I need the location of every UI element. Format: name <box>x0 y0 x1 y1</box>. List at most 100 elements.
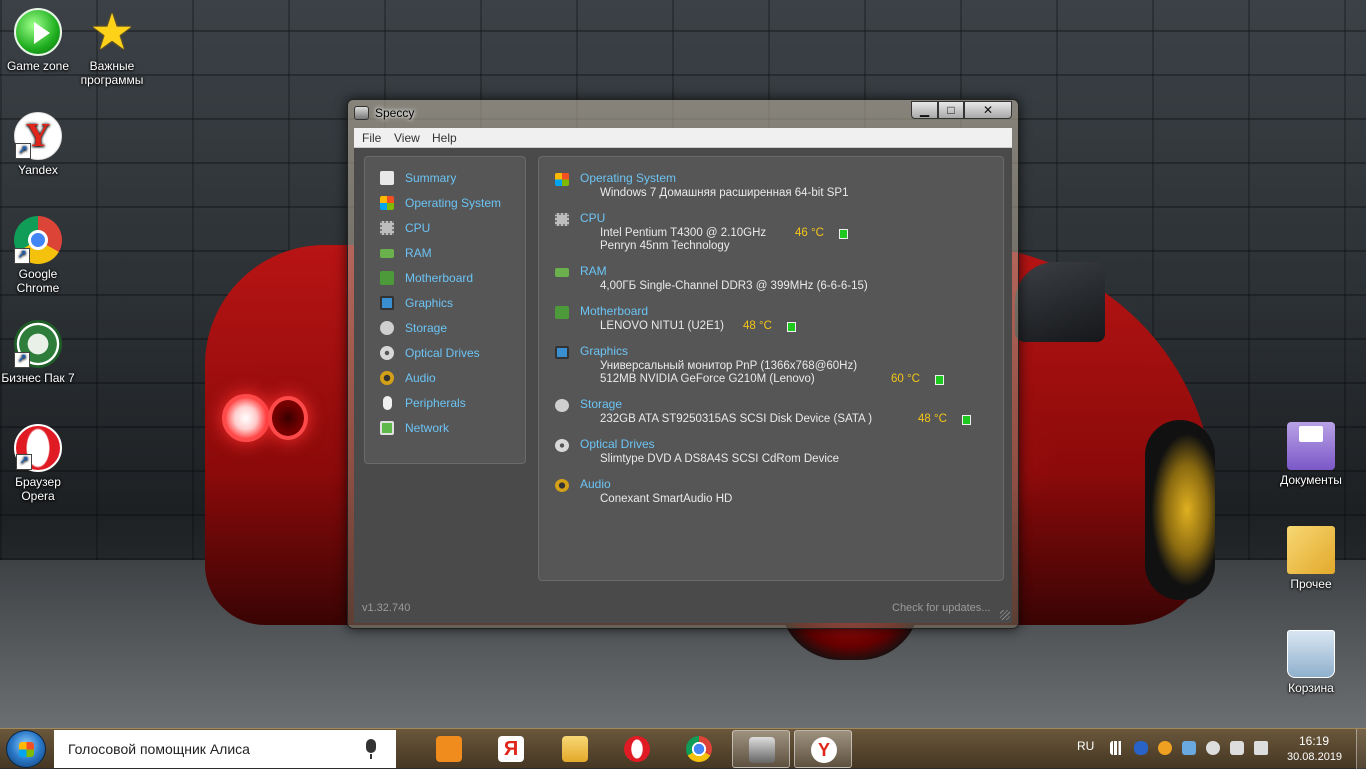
sidebar-item-optical-drives[interactable]: Optical Drives <box>380 345 520 363</box>
play-icon <box>14 8 62 56</box>
yandex-browser-icon: Я <box>498 736 524 762</box>
cpu-temperature: 46 °C <box>795 227 824 239</box>
start-button[interactable] <box>6 730 46 768</box>
taskbar-app-file-explorer[interactable] <box>546 730 604 768</box>
window-title: Speccy <box>375 106 415 120</box>
section-title: Operating System <box>580 171 677 185</box>
desktop-icon-other[interactable]: Прочее <box>1273 526 1349 591</box>
windows-icon <box>380 196 394 210</box>
sidebar-item-storage[interactable]: Storage <box>380 320 520 338</box>
network-icon[interactable] <box>1182 741 1196 755</box>
sidebar-item-label: CPU <box>405 221 431 235</box>
desktop-icon-label: Важные программы <box>80 59 144 87</box>
sidebar-item-graphics[interactable]: Graphics <box>380 295 520 313</box>
sidebar-item-label: Operating System <box>405 196 502 210</box>
clock-date[interactable]: 30.08.2019 <box>1287 751 1342 763</box>
floppy-icon <box>1287 422 1335 470</box>
speccy-app-icon[interactable] <box>354 106 369 120</box>
section-title: CPU <box>580 211 606 225</box>
bluetooth-icon[interactable] <box>1134 741 1148 755</box>
signal-icon[interactable] <box>1110 741 1124 755</box>
desktop-icon-documents[interactable]: Документы <box>1273 422 1349 487</box>
minimize-button[interactable]: ▁ <box>911 101 938 119</box>
taskbar-app-opera[interactable] <box>608 730 666 768</box>
speaker-icon <box>555 479 569 492</box>
menu-help[interactable]: Help <box>432 131 457 145</box>
yandex-icon: Y <box>811 737 837 763</box>
sidebar-item-peripherals[interactable]: Peripherals <box>380 395 520 413</box>
car-headlight <box>268 396 308 440</box>
sidebar-item-label: Peripherals <box>405 396 466 410</box>
sidebar-item-network[interactable]: Network <box>380 420 520 438</box>
language-indicator[interactable]: RU <box>1077 739 1094 753</box>
menu-view[interactable]: View <box>394 131 420 145</box>
hdd-icon <box>555 399 569 412</box>
section-title: Storage <box>580 397 623 411</box>
taskbar-app-speccy[interactable] <box>732 730 790 768</box>
shortcut-arrow-icon: ↗ <box>14 352 30 368</box>
show-desktop-button[interactable] <box>1356 729 1366 769</box>
shortcut-arrow-icon: ↗ <box>16 454 32 470</box>
taskbar-app-yandex-browser[interactable]: Я <box>482 730 540 768</box>
close-button[interactable]: ✕ <box>964 101 1012 119</box>
sidebar-item-label: Optical Drives <box>405 346 480 360</box>
car-window <box>1015 262 1105 342</box>
title-bar[interactable]: Speccy ▁ □ ✕ <box>348 100 1018 126</box>
motherboard-temperature: 48 °C <box>743 320 772 332</box>
graphics-temperature: 60 °C <box>891 373 920 385</box>
alisa-search-box[interactable]: Голосовой помощник Алиса <box>54 730 396 768</box>
network-icon <box>380 421 394 435</box>
motherboard-icon <box>380 271 394 285</box>
sidebar-item-label: Motherboard <box>405 271 474 285</box>
section-title: Audio <box>580 477 611 491</box>
desktop-icon-yandex[interactable]: Y ↗ Yandex <box>0 112 76 177</box>
check-updates-link[interactable]: Check for updates... <box>892 602 990 614</box>
update-icon[interactable] <box>1158 741 1172 755</box>
sidebar-item-cpu[interactable]: CPU <box>380 220 520 238</box>
desktop-icon-recycle-bin[interactable]: Корзина <box>1273 630 1349 695</box>
car-wheel <box>1145 420 1215 600</box>
graphics-monitor: Универсальный монитор PnP (1366x768@60Hz… <box>600 360 858 372</box>
volume-icon[interactable] <box>1254 741 1268 755</box>
sidebar-item-audio[interactable]: Audio <box>380 370 520 388</box>
taskbar-app-yandex[interactable]: Y <box>794 730 852 768</box>
speccy-icon <box>749 737 775 763</box>
desktop-icon-label: Google Chrome <box>16 267 60 295</box>
headphones-icon[interactable] <box>1206 741 1220 755</box>
microphone-icon[interactable] <box>366 739 376 759</box>
desktop-icon-biznes-pak[interactable]: ↗ Бизнес Пак 7 <box>0 320 76 385</box>
desktop-icon-label: Документы <box>1280 473 1342 487</box>
taskbar-app-chrome[interactable] <box>670 730 728 768</box>
temperature-indicator-icon <box>962 415 971 425</box>
desktop-icon-opera[interactable]: ↗ Браузер Opera <box>0 424 76 503</box>
folder-icon <box>562 736 588 762</box>
menu-file[interactable]: File <box>362 131 381 145</box>
sidebar-item-motherboard[interactable]: Motherboard <box>380 270 520 288</box>
clock-time[interactable]: 16:19 <box>1299 734 1329 748</box>
sidebar-item-ram[interactable]: RAM <box>380 245 520 263</box>
hdd-icon <box>380 321 394 335</box>
ram-icon <box>555 268 569 277</box>
yandex-icon: Y ↗ <box>14 112 62 160</box>
menu-bar: File View Help <box>354 128 1012 148</box>
desktop-icon-game-zone[interactable]: Game zone <box>0 8 76 73</box>
taskbar-app-media-player[interactable] <box>420 730 478 768</box>
desktop-icon-google-chrome[interactable]: ↗ Google Chrome <box>0 216 76 295</box>
sidebar: Summary Operating System CPU RAM Motherb… <box>364 156 526 464</box>
audio-value: Conexant SmartAudio HD <box>600 493 733 505</box>
opera-icon: ↗ <box>14 424 62 472</box>
sidebar-item-operating-system[interactable]: Operating System <box>380 195 520 213</box>
chrome-icon <box>686 736 712 762</box>
resize-grip-icon[interactable] <box>1000 610 1010 620</box>
sidebar-item-label: Graphics <box>405 296 454 310</box>
section-title: Graphics <box>580 344 629 358</box>
alisa-search-text: Голосовой помощник Алиса <box>68 741 250 757</box>
sidebar-item-summary[interactable]: Summary <box>380 170 520 188</box>
cpu-technology: Penryn 45nm Technology <box>600 240 730 252</box>
power-icon[interactable] <box>1230 741 1244 755</box>
desktop-icon-important-programs[interactable]: ★ Важные программы <box>74 7 150 87</box>
temperature-indicator-icon <box>935 375 944 385</box>
summary-icon <box>380 171 394 185</box>
recycle-bin-icon <box>1287 630 1335 678</box>
maximize-button[interactable]: □ <box>938 101 964 119</box>
